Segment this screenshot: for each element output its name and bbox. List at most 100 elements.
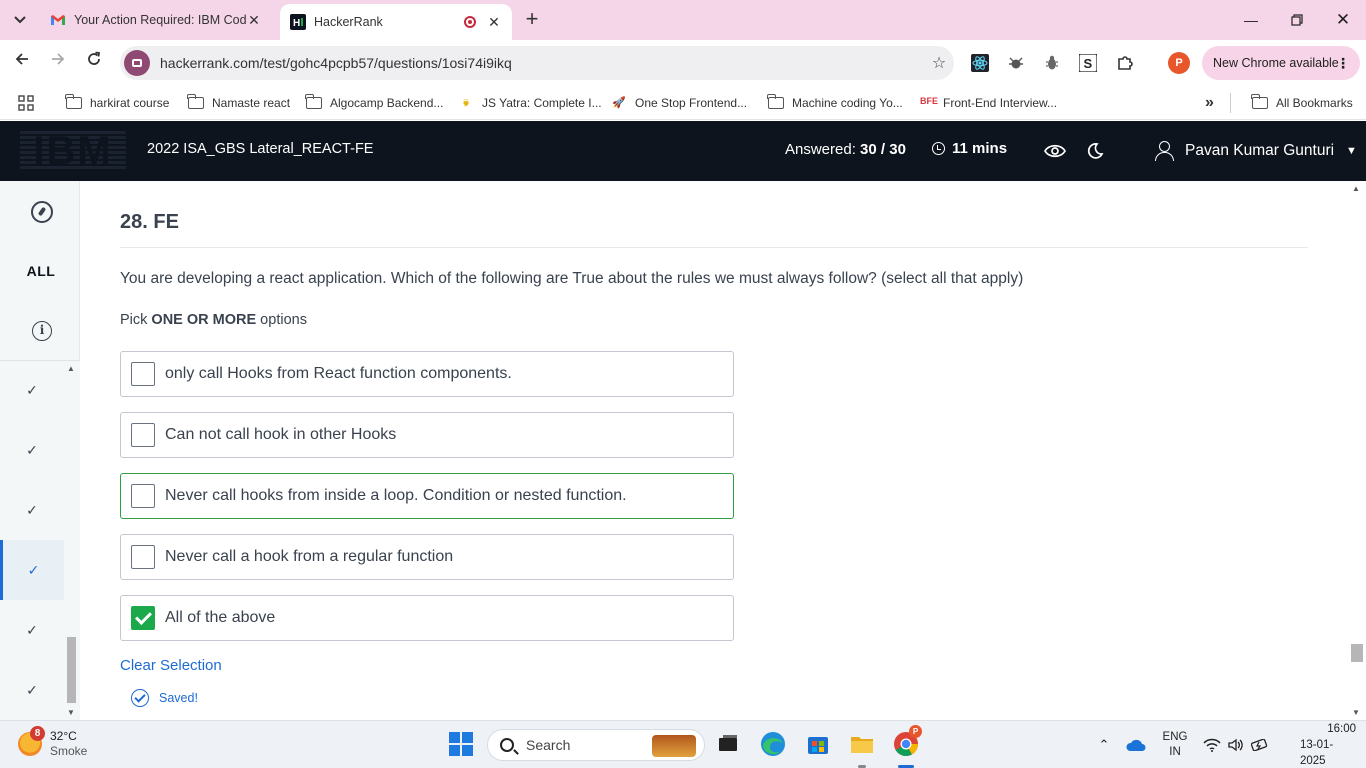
- more-bookmarks-icon[interactable]: »: [1205, 93, 1214, 113]
- question-nav-item[interactable]: ✓: [0, 361, 64, 420]
- bookmark-label: JS Yatra: Complete I...: [482, 96, 602, 110]
- bookmark-star-icon[interactable]: ☆: [924, 53, 954, 73]
- react-devtools-icon[interactable]: [970, 53, 990, 73]
- bookmark-item[interactable]: Machine coding Yo...: [767, 93, 903, 113]
- option-checkbox-checked[interactable]: [131, 606, 155, 630]
- question-nav-item-current[interactable]: ✓: [0, 540, 64, 600]
- question-nav-item[interactable]: ✓: [0, 600, 64, 660]
- answered-label: Answered:: [785, 141, 856, 158]
- close-window-icon[interactable]: ✕: [1320, 0, 1366, 40]
- new-tab-icon[interactable]: +: [520, 8, 544, 32]
- language-indicator[interactable]: ENG IN: [1160, 721, 1190, 768]
- taskbar-search[interactable]: Search: [487, 729, 705, 761]
- apps-grid-icon[interactable]: [18, 93, 34, 113]
- url-text[interactable]: hackerrank.com/test/gohc4pcpb57/question…: [160, 55, 924, 71]
- scroll-down-icon[interactable]: ▼: [67, 708, 75, 717]
- weather-sun-icon: 8: [18, 726, 45, 756]
- bookmark-item[interactable]: BFE Front-End Interview...: [919, 93, 1057, 113]
- chevron-down-icon: ▼: [1346, 145, 1357, 157]
- bookmark-item[interactable]: harkirat course: [65, 93, 170, 113]
- onedrive-cloud-icon[interactable]: [1124, 721, 1148, 768]
- extension-beetle-icon[interactable]: [1042, 53, 1062, 73]
- scroll-down-icon[interactable]: ▼: [1352, 708, 1360, 717]
- edge-browser-icon[interactable]: [760, 731, 786, 757]
- extensions-puzzle-icon[interactable]: [1115, 53, 1135, 73]
- eye-icon[interactable]: [1043, 139, 1067, 163]
- reload-icon[interactable]: [82, 51, 106, 75]
- weather-widget[interactable]: 8 32°C Smoke: [18, 726, 87, 759]
- question-sidebar: ALL i ✓ ✓ ✓ ✓ ✓ ✓ ▲ ▼: [0, 181, 80, 720]
- extension-s-icon[interactable]: S: [1078, 53, 1098, 73]
- profile-avatar[interactable]: P: [1168, 52, 1190, 74]
- forward-icon[interactable]: [46, 51, 70, 75]
- scroll-up-icon[interactable]: ▲: [67, 364, 75, 373]
- system-clock[interactable]: 16:00 13-01-2025: [1300, 721, 1356, 768]
- sidebar-scrollbar[interactable]: ▲ ▼: [64, 361, 80, 720]
- option-checkbox[interactable]: [131, 423, 155, 447]
- windows-start-icon[interactable]: [449, 732, 473, 756]
- check-circle-icon: [131, 689, 149, 707]
- extension-bug-icon[interactable]: [1006, 53, 1026, 73]
- page-scrollbar[interactable]: ▲ ▼: [1348, 181, 1366, 720]
- restore-icon[interactable]: [1274, 0, 1320, 40]
- question-nav-item[interactable]: ✓: [0, 480, 64, 540]
- scrollbar-thumb[interactable]: [67, 637, 76, 703]
- wifi-icon[interactable]: [1201, 721, 1223, 768]
- answer-option-selected[interactable]: All of the above: [120, 595, 734, 641]
- bookmark-item[interactable]: 🙘 JS Yatra: Complete I...: [458, 93, 602, 113]
- answer-option[interactable]: only call Hooks from React function comp…: [120, 351, 734, 397]
- tab-gmail[interactable]: Your Action Required: IBM Cod ✕: [40, 0, 272, 40]
- chrome-menu-icon[interactable]: ⋮: [1336, 55, 1350, 72]
- folder-icon: [187, 94, 204, 109]
- option-checkbox[interactable]: [131, 362, 155, 386]
- hackerrank-icon: H: [290, 14, 306, 30]
- all-bookmarks-label: All Bookmarks: [1276, 96, 1353, 110]
- chrome-update-button[interactable]: New Chrome available ⋮: [1202, 46, 1360, 80]
- dark-mode-moon-icon[interactable]: [1083, 139, 1107, 163]
- close-tab-icon[interactable]: ✕: [246, 12, 262, 29]
- question-nav-item[interactable]: ✓: [0, 420, 64, 480]
- site-info-icon[interactable]: [124, 50, 150, 76]
- bookmark-item[interactable]: Namaste react: [187, 93, 290, 113]
- user-name: Pavan Kumar Gunturi: [1185, 142, 1335, 159]
- folder-icon: [767, 94, 784, 109]
- address-bar[interactable]: hackerrank.com/test/gohc4pcpb57/question…: [120, 46, 954, 80]
- compass-icon[interactable]: [31, 201, 53, 223]
- scroll-up-icon[interactable]: ▲: [1352, 184, 1360, 193]
- show-hidden-icons-icon[interactable]: ⌃: [1094, 721, 1114, 768]
- pick-prefix: Pick: [120, 312, 152, 328]
- bfe-icon: BFE: [920, 96, 938, 106]
- answer-option[interactable]: Never call hooks from inside a loop. Con…: [120, 473, 734, 519]
- tab-hackerrank[interactable]: H HackerRank ✕: [280, 4, 512, 40]
- file-explorer-icon[interactable]: [849, 731, 875, 757]
- battery-icon[interactable]: [1249, 721, 1271, 768]
- info-icon[interactable]: i: [32, 321, 52, 341]
- store-icon[interactable]: [805, 731, 831, 757]
- scrollbar-thumb[interactable]: [1351, 644, 1363, 662]
- option-checkbox[interactable]: [131, 545, 155, 569]
- tab-search-icon[interactable]: [8, 8, 32, 32]
- answer-option[interactable]: Can not call hook in other Hooks: [120, 412, 734, 458]
- chrome-update-label: New Chrome available: [1213, 56, 1339, 70]
- volume-icon[interactable]: [1225, 721, 1247, 768]
- bookmark-label: harkirat course: [90, 96, 170, 110]
- chrome-taskbar-icon[interactable]: P: [893, 725, 922, 757]
- answer-option[interactable]: Never call a hook from a regular functio…: [120, 534, 734, 580]
- all-questions-filter[interactable]: ALL: [0, 263, 82, 279]
- bookmark-item[interactable]: Algocamp Backend...: [305, 93, 444, 113]
- time-left-value: 11 mins: [952, 140, 1008, 157]
- clear-selection-link[interactable]: Clear Selection: [120, 657, 222, 674]
- minimize-icon[interactable]: —: [1228, 0, 1274, 40]
- back-icon[interactable]: [10, 51, 34, 75]
- option-label: All of the above: [165, 609, 276, 626]
- user-menu[interactable]: Pavan Kumar Gunturi ▼: [1155, 141, 1357, 161]
- bookmark-label: One Stop Frontend...: [635, 96, 748, 110]
- saved-label: Saved!: [159, 691, 198, 705]
- option-checkbox[interactable]: [131, 484, 155, 508]
- bookmark-item[interactable]: 🚀 One Stop Frontend...: [611, 93, 747, 113]
- close-tab-icon[interactable]: ✕: [486, 14, 502, 31]
- task-view-icon[interactable]: [715, 731, 741, 757]
- all-bookmarks[interactable]: All Bookmarks: [1251, 93, 1353, 113]
- question-nav-item[interactable]: ✓: [0, 660, 64, 720]
- bookmark-label: Algocamp Backend...: [330, 96, 444, 110]
